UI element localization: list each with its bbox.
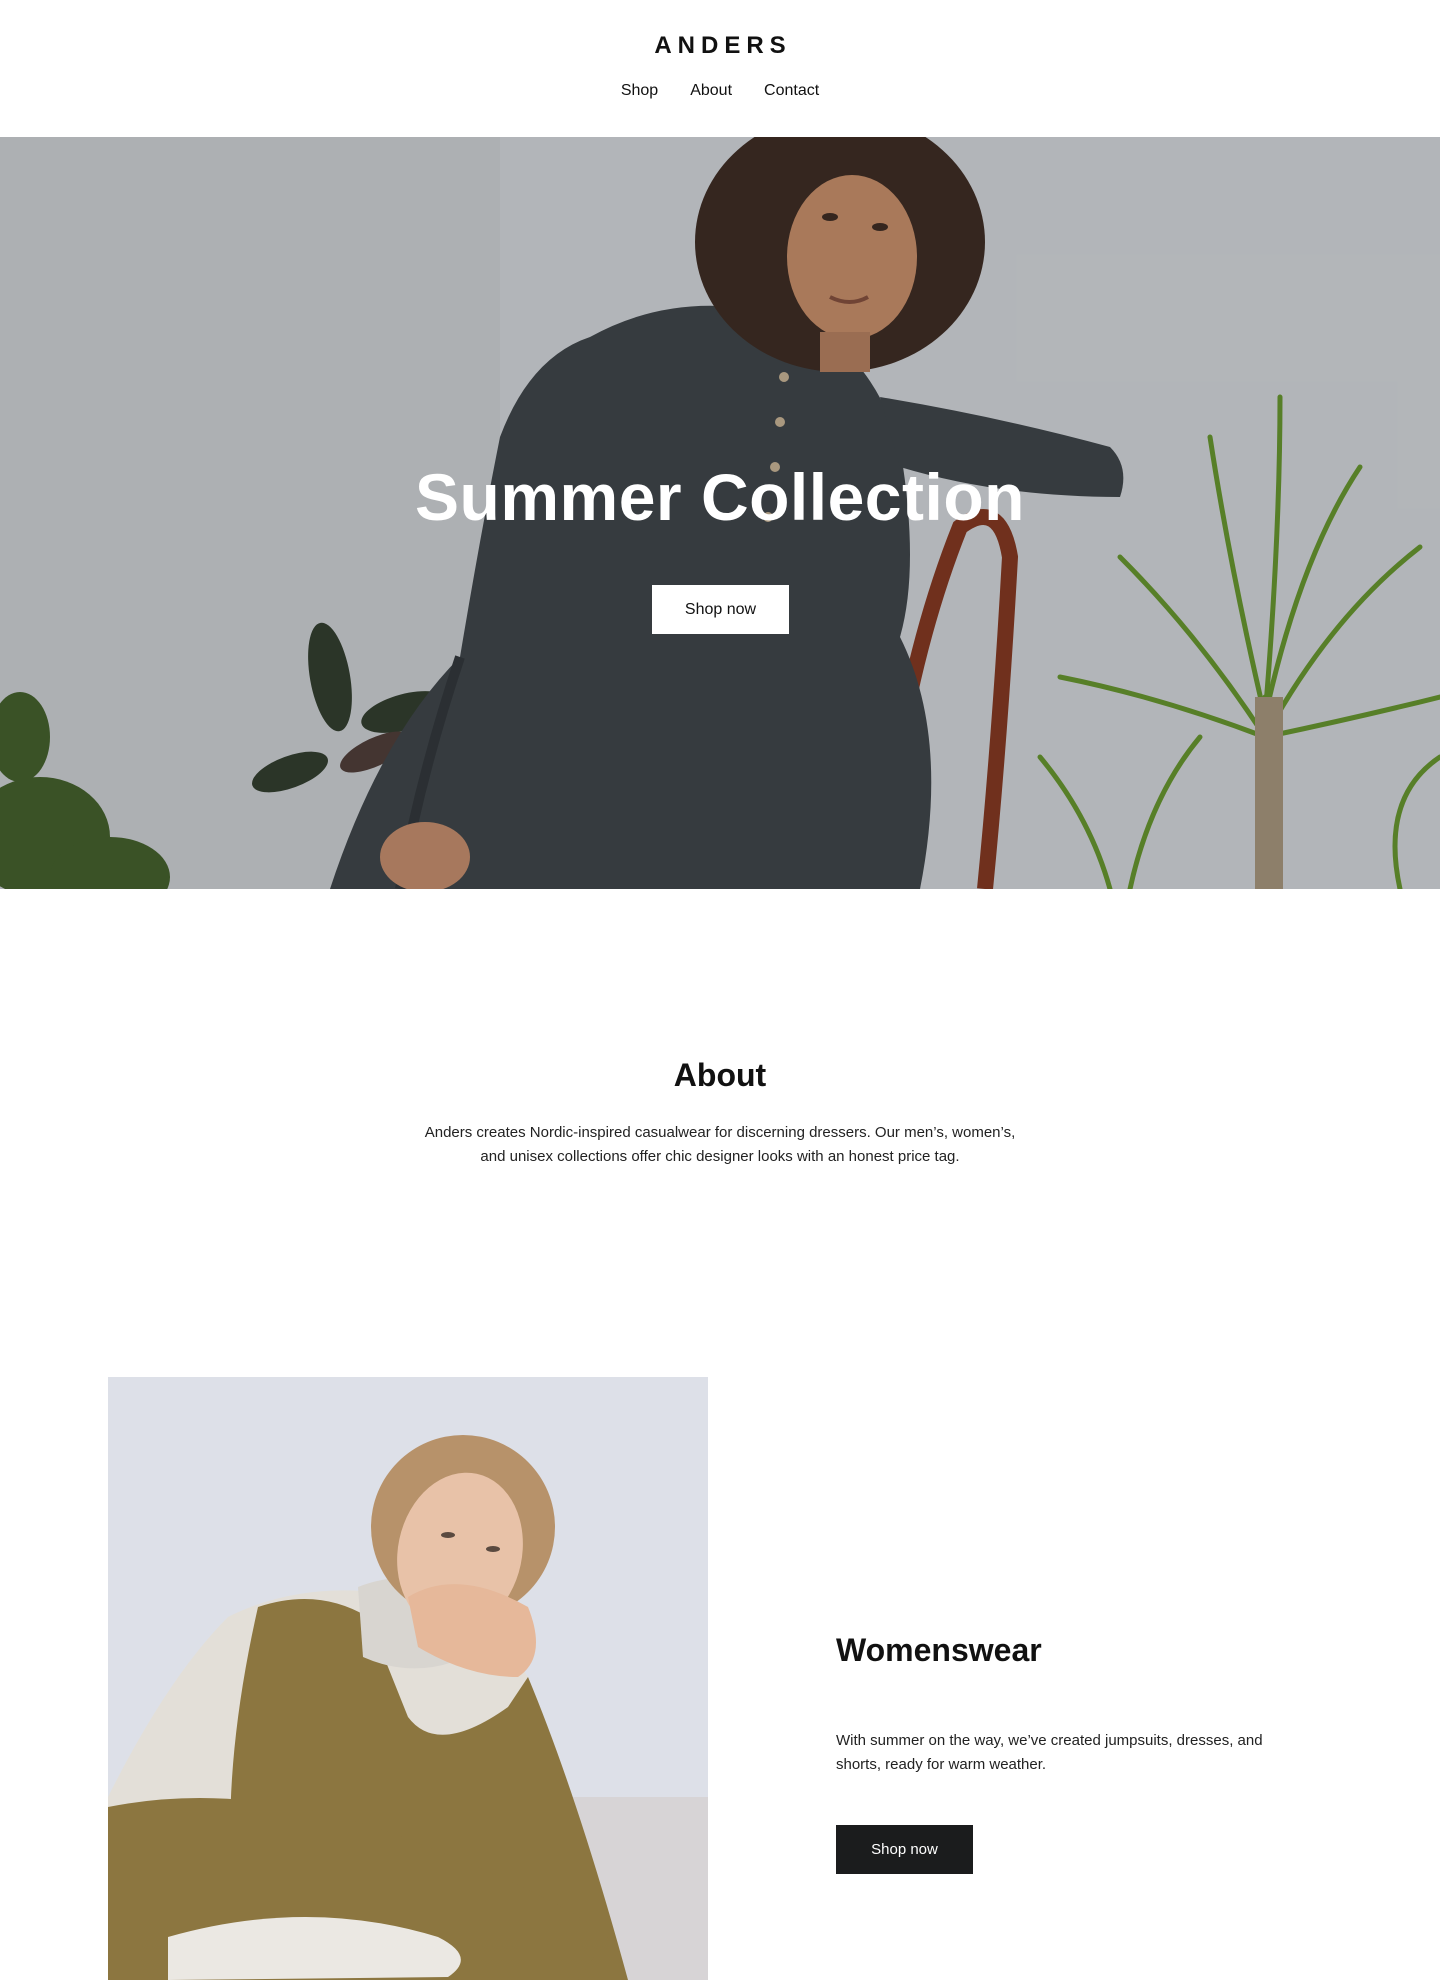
- hero-shop-now-button[interactable]: Shop now: [652, 585, 789, 634]
- hero-banner: Summer Collection Shop now: [0, 137, 1440, 889]
- site-header: ANDERS Shop About Contact: [0, 0, 1440, 137]
- womenswear-text: With summer on the way, we’ve created ju…: [836, 1732, 1263, 1773]
- site-logo[interactable]: ANDERS: [0, 32, 1440, 60]
- nav-link-about[interactable]: About: [690, 82, 732, 100]
- womenswear-image: [108, 1377, 708, 1980]
- main-nav: Shop About Contact: [0, 82, 1440, 100]
- nav-link-contact[interactable]: Contact: [764, 82, 819, 100]
- about-text: Anders creates Nordic-inspired casualwea…: [424, 1124, 1016, 1165]
- womenswear-shop-now-button[interactable]: Shop now: [836, 1825, 973, 1874]
- nav-link-shop[interactable]: Shop: [621, 82, 658, 100]
- womenswear-photo: [108, 1377, 708, 1980]
- womenswear-title: Womenswear: [836, 1632, 1042, 1668]
- hero-title: Summer Collection: [415, 460, 1025, 534]
- about-title: About: [673, 1057, 767, 1093]
